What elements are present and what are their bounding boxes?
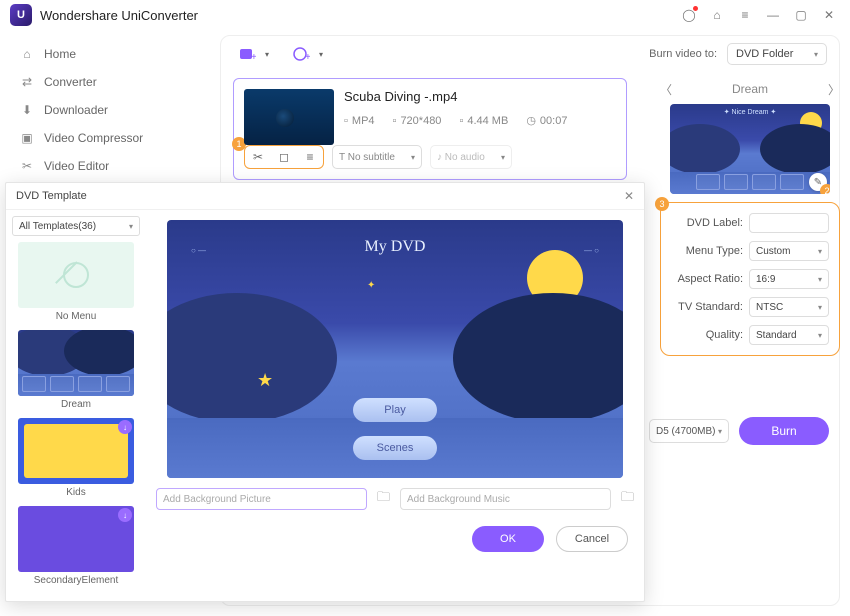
preview-pane: 〈 Dream 〉 ✦ Nice Dream ✦ ✎ 2 3 DVD Label… xyxy=(660,74,840,356)
settings-panel: 3 DVD Label: Menu Type:Custom Aspect Rat… xyxy=(660,202,840,356)
badge-2: 2 xyxy=(820,184,830,194)
compress-icon: ▣ xyxy=(20,131,34,145)
dvd-template-modal: DVD Template ✕ All Templates(36) No Menu… xyxy=(5,182,645,602)
tv-select[interactable]: NTSC xyxy=(749,297,829,317)
home-icon: ⌂ xyxy=(20,47,34,61)
aspect-label: Aspect Ratio: xyxy=(678,273,743,285)
burn-button[interactable]: Burn xyxy=(739,417,829,445)
close-icon[interactable]: ✕ xyxy=(624,189,634,203)
template-item-dream[interactable]: ✦ Nice Dream ✦ Dream xyxy=(12,330,140,410)
sidebar-item-label: Converter xyxy=(44,75,97,89)
svg-text:+: + xyxy=(305,52,310,63)
folder-icon[interactable]: 🗀 xyxy=(621,488,634,510)
add-url-button[interactable]: + xyxy=(287,40,315,68)
download-icon: ↓ xyxy=(118,508,132,522)
video-thumbnail[interactable] xyxy=(244,89,334,145)
edit-tools: ✂ ◻ ≡ xyxy=(244,145,324,169)
account-icon[interactable]: ◯ xyxy=(678,4,700,26)
burn-bar: D5 (4700MB) Burn xyxy=(649,417,829,445)
meta-size: ▫ 4.44 MB xyxy=(459,114,508,127)
preview-title: Dream xyxy=(732,82,768,96)
template-item-secondary[interactable]: ↓ SecondaryElement xyxy=(12,506,140,586)
sidebar-item-label: Downloader xyxy=(44,103,108,117)
converter-icon: ⇄ xyxy=(20,75,34,89)
sidebar-item-label: Video Editor xyxy=(44,159,109,173)
dvd-label-input[interactable] xyxy=(749,213,829,233)
close-icon[interactable]: ✕ xyxy=(818,4,840,26)
next-template-arrow[interactable]: 〉 xyxy=(828,81,840,98)
cancel-button[interactable]: Cancel xyxy=(556,526,628,552)
bg-picture-input[interactable]: Add Background Picture xyxy=(156,488,367,510)
download-icon: ⬇ xyxy=(20,103,34,117)
sidebar-item-compressor[interactable]: ▣ Video Compressor xyxy=(0,124,210,152)
subtitle-select[interactable]: T No subtitle xyxy=(332,145,422,169)
bg-music-input[interactable]: Add Background Music xyxy=(400,488,611,510)
template-modal-title: DVD Template xyxy=(16,190,87,202)
sidebar-item-label: Video Compressor xyxy=(44,131,143,145)
headset-icon[interactable]: ⌂ xyxy=(706,4,728,26)
menu-icon[interactable]: ≡ xyxy=(734,4,756,26)
play-button[interactable]: Play xyxy=(353,398,437,422)
sidebar-item-editor[interactable]: ✂ Video Editor xyxy=(0,152,210,180)
quality-select[interactable]: Standard xyxy=(749,325,829,345)
sidebar: ⌂ Home ⇄ Converter ⬇ Downloader ▣ Video Comp… xyxy=(0,30,210,180)
badge-3: 3 xyxy=(655,197,669,211)
meta-format: ▫ MP4 xyxy=(344,114,375,127)
template-list: All Templates(36) No Menu ✦ Nice Dream ✦… xyxy=(6,210,146,598)
more-icon[interactable]: ≡ xyxy=(297,150,323,164)
scissors-icon: ✂ xyxy=(20,159,34,173)
trim-icon[interactable]: ✂ xyxy=(245,150,271,164)
video-card: 1 Scuba Diving -.mp4 ▫ MP4 ▫ 720*480 ▫ 4… xyxy=(233,78,627,180)
scenes-button[interactable]: Scenes xyxy=(353,436,437,460)
video-meta: ▫ MP4 ▫ 720*480 ▫ 4.44 MB ◷ 00:07 xyxy=(344,114,616,127)
svg-text:+: + xyxy=(251,52,256,63)
template-item-nomenu[interactable]: No Menu xyxy=(12,242,140,322)
sidebar-item-home[interactable]: ⌂ Home xyxy=(0,40,210,68)
menu-type-label: Menu Type: xyxy=(686,245,743,257)
audio-select[interactable]: ♪ No audio xyxy=(430,145,512,169)
menu-type-select[interactable]: Custom xyxy=(749,241,829,261)
download-icon: ↓ xyxy=(118,420,132,434)
folder-icon[interactable]: 🗀 xyxy=(377,488,390,510)
add-url-caret[interactable]: ▾ xyxy=(319,50,323,59)
burn-to-select[interactable]: DVD Folder xyxy=(727,43,827,65)
crop-icon[interactable]: ◻ xyxy=(271,150,297,164)
add-file-button[interactable]: + xyxy=(233,40,261,68)
preview-thumbnail[interactable]: ✦ Nice Dream ✦ ✎ 2 xyxy=(670,104,830,194)
template-big-preview: ○ —— ○ My DVD ★ ✦ Play Scenes xyxy=(167,220,623,478)
ok-button[interactable]: OK xyxy=(472,526,544,552)
add-file-caret[interactable]: ▾ xyxy=(265,50,269,59)
sidebar-item-converter[interactable]: ⇄ Converter xyxy=(0,68,210,96)
media-select[interactable]: D5 (4700MB) xyxy=(649,419,729,443)
prev-template-arrow[interactable]: 〈 xyxy=(660,81,672,98)
template-item-kids[interactable]: ↓ Kids xyxy=(12,418,140,498)
dvd-label-label: DVD Label: xyxy=(687,217,743,229)
maximize-icon[interactable]: ▢ xyxy=(790,4,812,26)
burn-to-label: Burn video to: xyxy=(649,48,717,60)
aspect-select[interactable]: 16:9 xyxy=(749,269,829,289)
sidebar-item-label: Home xyxy=(44,47,76,61)
meta-duration: ◷ 00:07 xyxy=(526,114,567,127)
toolbar: + ▾ + ▾ Burn video to: DVD Folder xyxy=(221,36,839,72)
meta-resolution: ▫ 720*480 xyxy=(393,114,442,127)
minimize-icon[interactable]: — xyxy=(762,4,784,26)
app-logo: U xyxy=(10,4,32,26)
quality-label: Quality: xyxy=(706,329,743,341)
template-filter-select[interactable]: All Templates(36) xyxy=(12,216,140,236)
app-title: Wondershare UniConverter xyxy=(40,8,198,23)
tv-label: TV Standard: xyxy=(678,301,743,313)
sidebar-item-downloader[interactable]: ⬇ Downloader xyxy=(0,96,210,124)
